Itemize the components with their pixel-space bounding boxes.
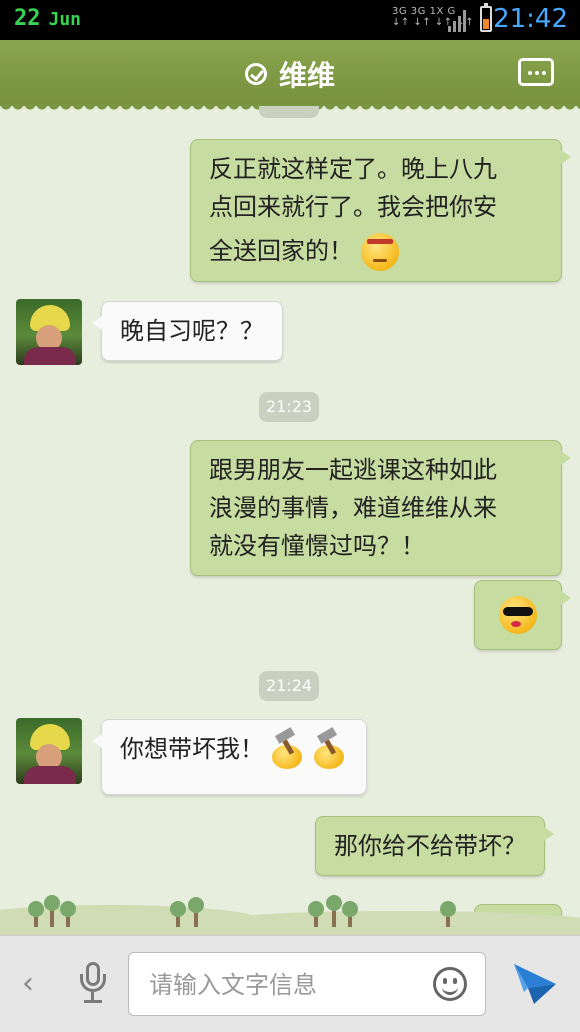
status-time: 21:42 — [493, 4, 568, 34]
message-bubble-outgoing[interactable]: 跟男朋友一起逃课这种如此 浪漫的事情，难道维维从来 就没有憧憬过吗？！ — [190, 440, 571, 576]
message-line: 浪漫的事情，难道维维从来 — [209, 494, 497, 522]
check-circle-icon — [244, 63, 267, 85]
message-line: 全送回家的！ — [209, 232, 543, 271]
contact-avatar[interactable] — [16, 299, 82, 365]
contact-title[interactable]: 维维 — [0, 54, 580, 94]
signal-icon — [448, 8, 470, 32]
timestamp: 21:24 — [259, 671, 319, 701]
battery-icon — [480, 3, 492, 32]
message-line-text: 全送回家的！ — [209, 237, 353, 265]
message-line: 跟男朋友一起逃课这种如此 — [209, 456, 497, 484]
status-day: 22 — [14, 6, 41, 31]
status-month: Jun — [48, 9, 82, 30]
message-input-box[interactable] — [128, 952, 486, 1016]
chat-menu-icon[interactable] — [518, 58, 554, 86]
send-icon[interactable] — [512, 962, 558, 1006]
status-date: 22 Jun — [14, 6, 81, 31]
angry-face-emoji-icon — [361, 233, 399, 271]
message-text: 那你给不给带坏？ — [334, 832, 526, 860]
input-bar: ‹ — [0, 935, 580, 1032]
message-bubble-outgoing[interactable]: 那你给不给带坏？ — [315, 816, 554, 876]
title-bar: 维维 — [0, 40, 580, 112]
message-input[interactable] — [147, 967, 421, 1003]
message-bubble-outgoing[interactable] — [474, 580, 571, 650]
timestamp: 21:23 — [259, 392, 319, 422]
message-bubble-incoming[interactable]: 你想带坏我！ — [92, 719, 367, 795]
hammer-face-emoji-icon — [310, 727, 348, 769]
message-text: 晚自习呢？？ — [120, 317, 264, 345]
message-line: 就没有憧憬过吗？！ — [209, 532, 425, 560]
hammer-face-emoji-icon — [268, 727, 306, 769]
message-bubble-incoming[interactable]: 晚自习呢？？ — [92, 301, 283, 361]
chevron-left-icon[interactable]: ‹ — [22, 966, 34, 1001]
message-line: 点回来就行了。我会把你安 — [209, 193, 497, 221]
message-line: 反正就这样定了。晚上八九 — [209, 155, 497, 183]
sunglasses-face-emoji-icon — [499, 596, 537, 634]
chat-messages[interactable]: 反正就这样定了。晚上八九 点回来就行了。我会把你安 全送回家的！ 晚自习呢？？ … — [0, 106, 580, 932]
contact-avatar[interactable] — [16, 718, 82, 784]
status-bar: 22 Jun 3G 3G 1X G ↓↑ ↓↑ ↓↑ ↓↑ 21:42 — [0, 0, 580, 40]
timestamp-cutoff — [259, 106, 319, 118]
microphone-icon[interactable] — [78, 962, 108, 1006]
contact-name: 维维 — [278, 59, 335, 92]
scenery-decoration — [0, 880, 580, 935]
message-text: 你想带坏我！ — [120, 735, 264, 763]
message-bubble-outgoing[interactable]: 反正就这样定了。晚上八九 点回来就行了。我会把你安 全送回家的！ — [190, 139, 571, 282]
smiley-icon[interactable] — [433, 967, 467, 1001]
